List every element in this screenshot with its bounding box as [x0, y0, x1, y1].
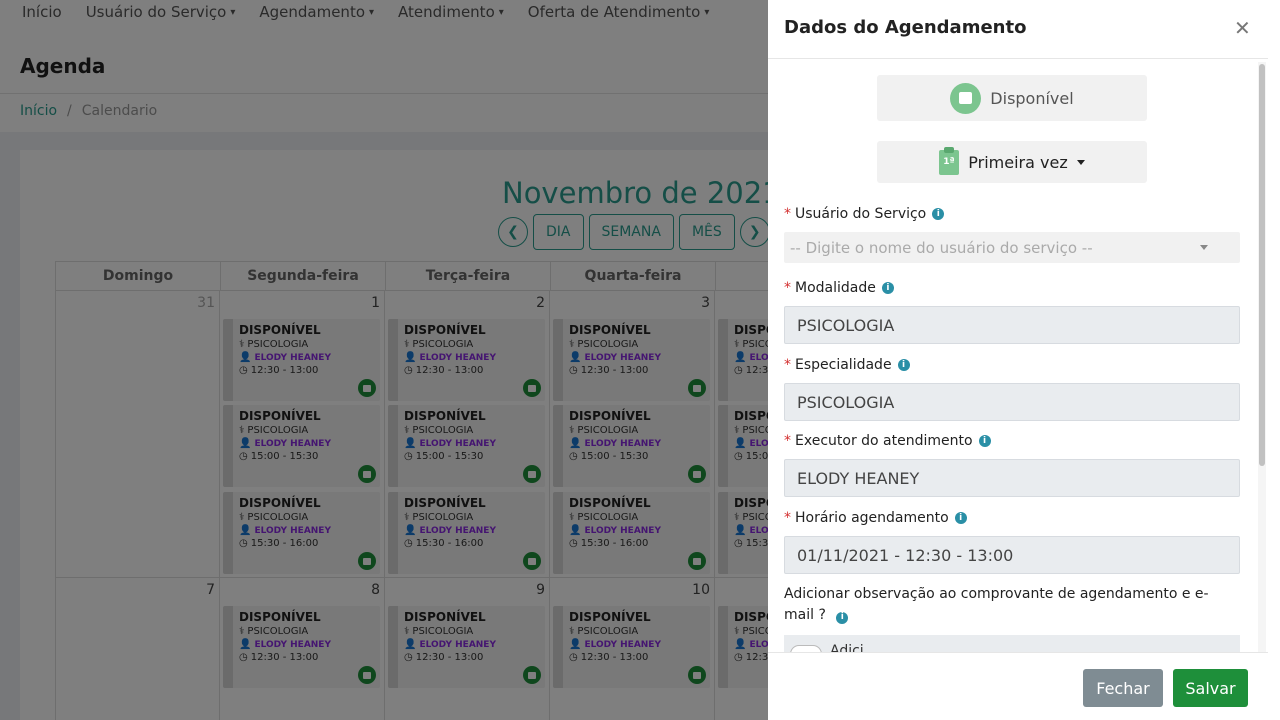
- usuario-placeholder: -- Digite o nome do usuário do serviço -…: [790, 238, 1093, 257]
- panel-footer: Fechar Salvar: [768, 652, 1268, 720]
- info-icon[interactable]: i: [881, 282, 894, 294]
- info-icon[interactable]: i: [836, 611, 849, 624]
- especialidade-field[interactable]: PSICOLOGIA: [784, 383, 1240, 421]
- close-icon[interactable]: ✕: [1234, 16, 1251, 40]
- horario-field[interactable]: 01/11/2021 - 12:30 - 13:00: [784, 536, 1240, 574]
- scrollbar-thumb[interactable]: [1259, 64, 1265, 466]
- observation-toggle-row: Adici: [784, 635, 1240, 652]
- modalidade-label: * Modalidade i: [784, 280, 894, 296]
- panel-body: Disponível Primeira vez * Usuário do Ser…: [768, 60, 1258, 652]
- chevron-down-icon: [1200, 245, 1208, 250]
- calendar-icon: [950, 82, 982, 114]
- observation-toggle[interactable]: [790, 645, 822, 652]
- usuario-select[interactable]: -- Digite o nome do usuário do serviço -…: [784, 232, 1240, 263]
- clipboard-first-icon: [939, 146, 960, 175]
- modalidade-field[interactable]: PSICOLOGIA: [784, 306, 1240, 344]
- executor-field[interactable]: ELODY HEANEY: [784, 459, 1240, 497]
- appointment-type-dropdown[interactable]: Primeira vez: [877, 141, 1147, 183]
- info-icon[interactable]: i: [897, 359, 910, 371]
- modal-backdrop[interactable]: [0, 0, 768, 720]
- info-icon[interactable]: i: [932, 208, 945, 220]
- panel-header: Dados do Agendamento ✕: [768, 0, 1268, 59]
- usuario-label: * Usuário do Serviço i: [784, 206, 945, 222]
- observation-label: Adicionar observação ao comprovante de a…: [784, 586, 1209, 624]
- panel-scrollbar[interactable]: [1258, 62, 1266, 652]
- info-icon[interactable]: i: [978, 435, 991, 447]
- save-button[interactable]: Salvar: [1173, 669, 1248, 707]
- appointment-panel: Dados do Agendamento ✕ Disponível Primei…: [768, 0, 1280, 720]
- status-button[interactable]: Disponível: [877, 75, 1147, 121]
- chevron-down-icon: [1076, 159, 1085, 165]
- status-label: Disponível: [990, 88, 1074, 108]
- executor-label: * Executor do atendimento i: [784, 433, 991, 449]
- toggle-label: Adici: [830, 643, 864, 652]
- close-button[interactable]: Fechar: [1083, 669, 1163, 707]
- especialidade-label: * Especialidade i: [784, 357, 910, 373]
- info-icon[interactable]: i: [954, 512, 967, 524]
- appointment-type-label: Primeira vez: [968, 152, 1068, 172]
- panel-title: Dados do Agendamento: [784, 17, 1027, 38]
- horario-label: * Horário agendamento i: [784, 510, 967, 526]
